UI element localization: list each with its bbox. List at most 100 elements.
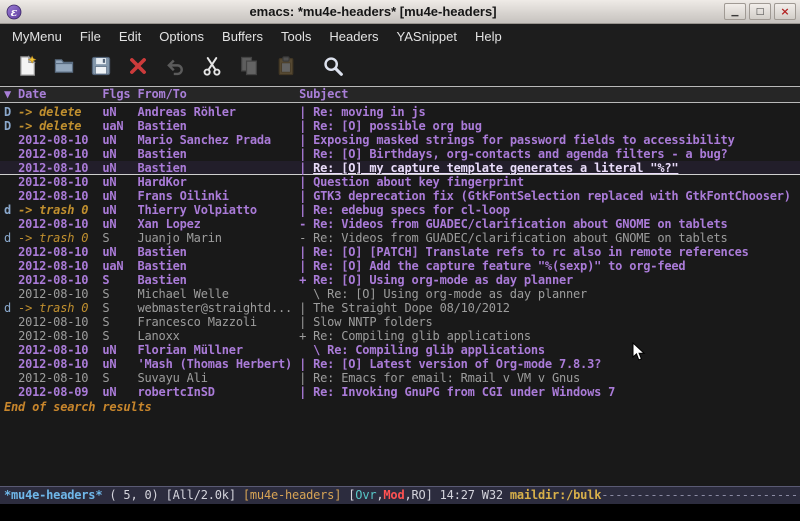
email-mark [4,161,18,175]
email-row[interactable]: 2012-08-10 uN 'Mash (Thomas Herbert) | R… [0,357,800,371]
email-row[interactable]: D -> delete uaN Bastien | Re: [O] possib… [0,119,800,133]
search-button[interactable] [320,53,346,79]
email-row[interactable]: d -> trash 0 uN Thierry Volpiatto | Re: … [0,203,800,217]
thread-char: | [299,175,313,189]
thread-char: | [299,105,313,119]
email-mark [4,259,18,273]
maximize-button[interactable]: □ [749,3,771,20]
email-flags: uN [102,175,137,189]
email-subject: Re: Emacs for email: Rmail v VM v Gnus [313,371,580,385]
open-file-button[interactable] [51,53,77,79]
email-row[interactable]: 2012-08-10 uN Mario Sanchez Prada | Expo… [0,133,800,147]
email-subject: The Straight Dope 08/10/2012 [313,301,510,315]
close-buffer-button[interactable] [125,53,151,79]
email-from: 'Mash (Thomas Herbert) [137,357,299,371]
column-subject[interactable]: Subject [299,87,348,101]
email-flags: uaN [102,119,137,133]
email-row[interactable]: 2012-08-10 uaN Bastien | Re: [O] Add the… [0,259,800,273]
email-date: 2012-08-10 [18,161,102,175]
end-of-results: End of search results [0,400,800,414]
email-mark: D [4,105,18,119]
minibuffer[interactable] [0,504,800,521]
menu-item-edit[interactable]: Edit [110,25,150,48]
email-mark [4,273,18,287]
menu-item-options[interactable]: Options [150,25,213,48]
email-mark [4,357,18,371]
menu-item-mymenu[interactable]: MyMenu [3,25,71,48]
email-row[interactable]: 2012-08-10 uN Florian Müllner \ Re: Comp… [0,343,800,357]
thread-char: | [299,189,313,203]
email-subject: Re: Videos from GUADEC/clarification abo… [313,231,727,245]
email-row[interactable]: 2012-08-10 S Francesco Mazzoli | Slow NN… [0,315,800,329]
cut-button[interactable] [199,53,225,79]
email-date: 2012-08-10 [18,245,102,259]
email-date: 2012-08-10 [18,175,102,189]
modeline-mod: Mod [383,488,404,502]
email-mark [4,315,18,329]
email-row[interactable]: 2012-08-10 uN Frans Oilinki | GTK3 depre… [0,189,800,203]
minimize-button[interactable]: ▁ [724,3,746,20]
email-from: Juanjo Marin [137,231,299,245]
thread-char: | [299,245,313,259]
email-flags: uN [102,105,137,119]
email-subject: Re: Videos from GUADEC/clarification abo… [313,217,727,231]
email-row[interactable]: 2012-08-09 uN robertcInSD | Re: Invoking… [0,385,800,399]
email-row[interactable]: 2012-08-10 uN Bastien | Re: [O] [PATCH] … [0,245,800,259]
thread-char: | [299,315,313,329]
thread-char: + [299,273,313,287]
menu-item-yasnippet[interactable]: YASnippet [387,25,465,48]
modeline-plain: [ [341,488,355,502]
email-subject: Question about key fingerprint [313,175,524,189]
maximize-icon: □ [756,7,765,17]
menu-item-buffers[interactable]: Buffers [213,25,272,48]
email-mark [4,217,18,231]
column-date[interactable]: ▼ Date [4,87,102,101]
minimize-icon: ▁ [732,7,739,17]
email-row[interactable]: 2012-08-10 uN Xan Lopez - Re: Videos fro… [0,217,800,231]
emacs-icon: ε [6,4,22,20]
headers-buffer[interactable]: ▼ Date Flgs From/To Subject D -> delete … [0,84,800,486]
email-mark: d [4,301,18,315]
email-row[interactable]: 2012-08-10 S Michael Welle \ Re: [O] Usi… [0,287,800,301]
emacs-window: ε emacs: *mu4e-headers* [mu4e-headers] ▁… [0,0,800,521]
thread-char: | [299,119,313,133]
email-flags: S [102,301,137,315]
thread-char: \ [299,287,327,301]
menu-item-file[interactable]: File [71,25,110,48]
email-row[interactable]: d -> trash 0 S Juanjo Marin - Re: Videos… [0,231,800,245]
email-row[interactable]: 2012-08-10 uN HardKor | Question about k… [0,175,800,189]
email-row[interactable]: 2012-08-10 S Suvayu Ali | Re: Emacs for … [0,371,800,385]
column-from[interactable]: From/To [137,87,299,101]
email-from: Xan Lopez [137,217,299,231]
email-row[interactable]: 2012-08-10 S Bastien + Re: [O] Using org… [0,273,800,287]
menu-item-help[interactable]: Help [466,25,511,48]
mode-line[interactable]: *mu4e-headers* ( 5, 0) [All/2.0k] [mu4e-… [0,486,800,504]
email-date: 2012-08-10 [18,371,102,385]
email-subject: Re: moving in js [313,105,425,119]
email-flags: S [102,231,137,245]
new-file-button[interactable] [14,53,40,79]
email-flags: S [102,329,137,343]
modeline-dashes: ----------------------------------------… [601,488,800,502]
title-bar[interactable]: ε emacs: *mu4e-headers* [mu4e-headers] ▁… [0,0,800,24]
save-button[interactable] [88,53,114,79]
email-subject: Re: [O] my capture template generates a … [313,161,678,175]
email-row[interactable]: d -> trash 0 S webmaster@straightd... | … [0,301,800,315]
email-subject: Re: [O] Using org-mode as day planner [313,273,573,287]
paste-icon [275,55,297,77]
email-row[interactable]: 2012-08-10 uN Bastien | Re: [O] my captu… [0,161,800,175]
close-button[interactable]: × [774,3,796,20]
thread-char: | [299,357,313,371]
email-row[interactable]: 2012-08-10 uN Bastien | Re: [O] Birthday… [0,147,800,161]
email-date: -> trash 0 [18,301,102,315]
column-flags[interactable]: Flgs [102,87,137,101]
email-row[interactable]: D -> delete uN Andreas Röhler | Re: movi… [0,105,800,119]
email-from: robertcInSD [137,385,299,399]
menu-item-headers[interactable]: Headers [320,25,387,48]
window-title: emacs: *mu4e-headers* [mu4e-headers] [26,4,720,19]
email-date: 2012-08-10 [18,329,102,343]
email-from: Suvayu Ali [137,371,299,385]
email-date: 2012-08-10 [18,189,102,203]
email-row[interactable]: 2012-08-10 S Lanoxx + Re: Compiling glib… [0,329,800,343]
menu-item-tools[interactable]: Tools [272,25,320,48]
